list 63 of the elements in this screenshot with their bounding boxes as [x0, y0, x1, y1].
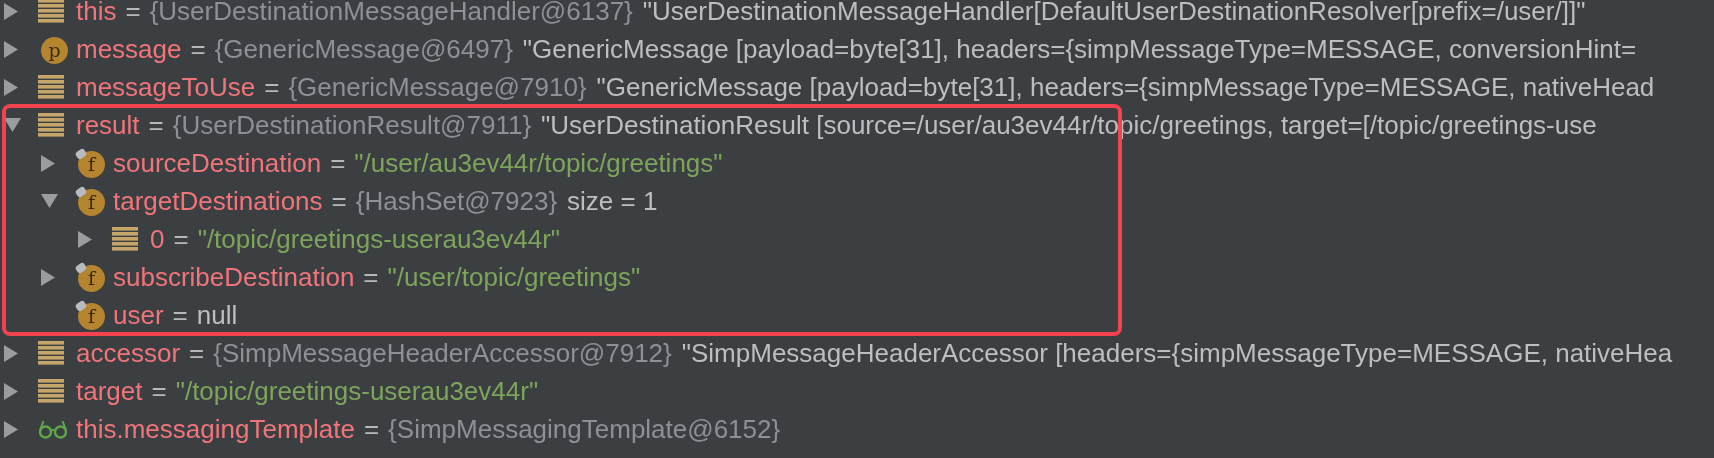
stack-icon	[38, 379, 64, 403]
variable-name: sourceDestination	[113, 147, 322, 179]
object-reference: {SimpMessagingTemplate@6152}	[388, 413, 781, 445]
string-value: "/topic/greetings-userau3ev44r"	[175, 375, 539, 407]
variable-name: this.messagingTemplate	[76, 413, 355, 445]
expand-arrow-icon[interactable]	[4, 420, 18, 438]
object-reference: {UserDestinationMessageHandler@6137}	[149, 0, 633, 27]
string-value: "/user/topic/greetings"	[387, 261, 641, 293]
variable-name: messageToUse	[76, 71, 256, 103]
equals-sign: =	[330, 147, 346, 179]
equals-sign: =	[363, 413, 380, 445]
stack-icon	[38, 75, 64, 99]
glasses-icon	[38, 419, 68, 439]
equals-sign: =	[125, 0, 141, 27]
value-text: "GenericMessage [payload=byte[31], headers={simpMessageType=MESSAGE, nativeHead	[596, 71, 1655, 103]
collapse-arrow-icon[interactable]	[4, 118, 21, 132]
variable-name: result	[76, 109, 140, 141]
string-value: "/topic/greetings-userau3ev44r"	[197, 223, 561, 255]
variable-name: target	[76, 375, 143, 407]
expand-arrow-icon[interactable]	[78, 230, 92, 248]
object-reference: {HashSet@7923}	[355, 185, 558, 217]
value-text: "UserDestinationMessageHandler[DefaultUserDestinationResolver[prefix=/user/]]"	[642, 0, 1586, 27]
stack-icon	[38, 341, 64, 365]
expand-arrow-icon[interactable]	[41, 154, 55, 172]
equals-sign: =	[331, 185, 347, 217]
equals-sign: =	[173, 223, 189, 255]
value-text: null	[196, 299, 238, 331]
stack-icon	[112, 227, 138, 251]
string-value: "/user/au3ev44r/topic/greetings"	[354, 147, 723, 179]
variable-name: subscribeDestination	[113, 261, 355, 293]
variable-name: this	[76, 0, 117, 27]
expand-arrow-icon[interactable]	[4, 344, 18, 362]
expand-arrow-icon[interactable]	[4, 78, 18, 96]
object-reference: {UserDestinationResult@7911}	[172, 109, 532, 141]
field-icon: f	[75, 148, 105, 178]
value-text: "SimpMessageHeaderAccessor [headers={simpMessageType=MESSAGE, nativeHea	[681, 337, 1673, 369]
stack-icon	[38, 0, 64, 23]
expand-arrow-icon[interactable]	[4, 382, 18, 400]
field-icon: f	[75, 262, 105, 292]
field-icon: f	[75, 186, 105, 216]
value-text: size = 1	[567, 185, 658, 217]
expand-arrow-icon[interactable]	[4, 40, 18, 58]
field-icon: f	[75, 300, 105, 330]
equals-sign: =	[363, 261, 379, 293]
object-reference: {GenericMessage@6497}	[214, 33, 513, 65]
variable-name: user	[113, 299, 164, 331]
collapse-arrow-icon[interactable]	[41, 194, 58, 208]
stack-icon	[38, 113, 64, 137]
value-text: "GenericMessage [payload=byte[31], headers={simpMessageType=MESSAGE, conversionHint=	[522, 33, 1637, 65]
variable-name: accessor	[76, 337, 181, 369]
expand-arrow-icon[interactable]	[41, 268, 55, 286]
object-reference: {GenericMessage@7910}	[288, 71, 587, 103]
equals-sign: =	[172, 299, 188, 331]
equals-sign: =	[148, 109, 164, 141]
variable-name: message	[76, 33, 182, 65]
variable-name: 0	[150, 223, 165, 255]
variable-name: targetDestinations	[113, 185, 323, 217]
expand-arrow-icon[interactable]	[4, 2, 18, 20]
equals-sign: =	[190, 33, 206, 65]
object-reference: {SimpMessageHeaderAccessor@7912}	[213, 337, 672, 369]
equals-sign: =	[151, 375, 167, 407]
equals-sign: =	[189, 337, 205, 369]
equals-sign: =	[264, 71, 280, 103]
